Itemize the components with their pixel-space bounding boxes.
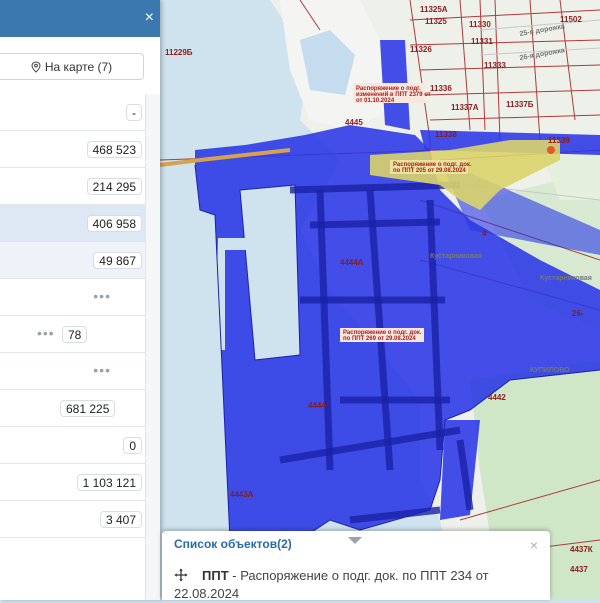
list-item: -	[0, 94, 145, 131]
annotation-text: по ППТ 269 от 29.08.2024	[343, 336, 416, 342]
list-item: ••• 78	[0, 316, 145, 353]
parcel-label: 4445	[345, 118, 363, 127]
close-icon[interactable]: ×	[530, 537, 538, 553]
more-icon[interactable]: •••	[37, 325, 55, 341]
list-item: 214 295	[0, 168, 145, 205]
scrollbar[interactable]	[145, 94, 160, 600]
panel-header: ×	[0, 0, 160, 37]
close-icon[interactable]: ×	[145, 8, 154, 28]
row-value: 406 958	[86, 215, 142, 232]
list-item: 49 867	[0, 242, 145, 279]
annotation-text: изменений в ППТ 2379 от	[356, 91, 431, 98]
parcel-label: 4443А	[230, 490, 254, 499]
parcel-label: 11337Б	[506, 100, 534, 109]
road-label: Кустарниковая	[430, 253, 482, 260]
parcel-label: 11325	[425, 17, 447, 26]
popup-title: Список объектов(2)	[174, 537, 292, 551]
on-map-label: На карте (7)	[44, 59, 113, 74]
parcel-label: 11326	[410, 45, 432, 54]
list-item: 3 407	[0, 501, 145, 538]
list-item: 1 103 121	[0, 464, 145, 501]
parcel-label: 4437	[570, 565, 588, 574]
row-value: 468 523	[86, 141, 142, 158]
list-item: 681 225	[0, 390, 145, 427]
parcel-label: 26-	[572, 309, 584, 318]
parcel-label: 11337А	[451, 103, 479, 112]
objects-popup: Список объектов(2) × ППТ - Распоряжение …	[162, 531, 550, 603]
parcel-label: 11336	[430, 84, 452, 93]
map-marker[interactable]	[547, 146, 555, 154]
info-panel: × На карте (7) - 468 523 214 295 406 958…	[0, 0, 160, 600]
road-label: Кустарниковая	[540, 275, 592, 282]
parcel-label: 4437К	[570, 545, 593, 554]
list-item: •••	[0, 279, 145, 316]
row-value: 3 407	[99, 511, 142, 528]
list-item[interactable]: 406 958	[0, 205, 145, 242]
parcel-label: 11229Б	[165, 48, 193, 57]
collapse-caret-icon[interactable]	[348, 537, 362, 544]
on-map-button[interactable]: На карте (7)	[0, 53, 144, 80]
parcel-label: 11338	[435, 130, 457, 139]
item-type-label: ППТ	[202, 568, 229, 583]
parcel-label: 4444	[308, 401, 326, 410]
row-value: 0	[123, 437, 142, 454]
parcel-label: 4	[482, 229, 487, 238]
row-value: 214 295	[86, 178, 142, 195]
row-value: 681 225	[60, 400, 116, 417]
list-item[interactable]: ППТ - Распоряжение о подг. док. по ППТ 2…	[174, 567, 544, 603]
parcel-label: 11325А	[420, 5, 448, 14]
more-icon[interactable]: •••	[93, 288, 111, 304]
row-value: -	[126, 104, 142, 121]
parcel-label: 11333	[484, 61, 506, 70]
map-pin-icon	[31, 60, 41, 73]
parcel-label: 11331	[471, 37, 493, 46]
parcel-label: 11339	[548, 136, 570, 145]
annotation-text: по ППТ 205 от 29.08.2024	[393, 168, 466, 174]
row-value: 1 103 121	[76, 474, 142, 491]
parcel-label: 4444А	[340, 258, 364, 267]
move-icon[interactable]	[174, 568, 188, 582]
list-item: 0	[0, 427, 145, 464]
road-label: КУПИЛОВО	[530, 367, 570, 374]
list-item: 468 523	[0, 131, 145, 168]
parcel-label: 4442	[488, 393, 506, 402]
list-item: •••	[0, 353, 145, 390]
more-icon[interactable]: •••	[93, 362, 111, 378]
parcel-label: 11330	[469, 20, 491, 29]
row-value: 49 867	[93, 252, 142, 269]
annotation-text: от 01.10.2024	[356, 98, 395, 104]
row-value: 78	[62, 326, 88, 343]
